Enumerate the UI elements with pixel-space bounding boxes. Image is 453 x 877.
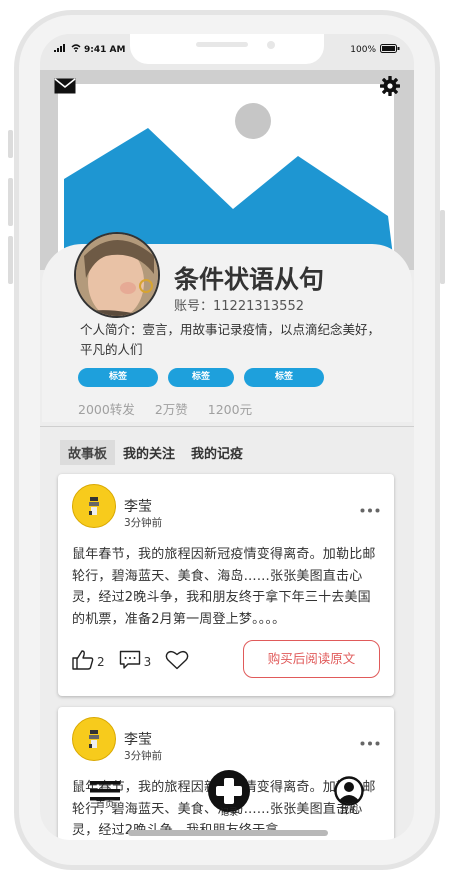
tag[interactable]: 标签 [244,368,324,387]
status-time: 9:41 AM [84,44,126,55]
like-action[interactable]: 2 [72,650,105,673]
nav-me[interactable]: 我的 [333,776,365,816]
comment-action[interactable]: 3 [119,650,152,673]
gear-icon[interactable] [380,76,400,100]
post-author[interactable]: 李莹 [124,729,152,749]
tab-following[interactable]: 我的关注 [115,440,183,465]
favorite-action[interactable] [165,650,189,673]
heart-icon [165,650,189,673]
bio: 个人简介：壹言，用故事记录疫情，以点滴纪念美好，平凡的人们 [80,322,381,357]
wifi-icon [71,44,81,55]
battery-icon [380,44,400,56]
stats: 2000转发 2万赞 1200元 [78,399,252,418]
more-icon[interactable] [360,498,380,517]
tag[interactable]: 标签 [78,368,158,387]
account-number: 账号：11221313552 [174,299,304,314]
post-card[interactable]: 李莹 3分钟前 鼠年春节，我的旅程因新冠疫情变得离奇。加勒比邮轮行，碧海蓝天、美… [58,474,394,696]
status-bar: 9:41 AM 100% [40,34,414,70]
post-avatar[interactable] [72,484,116,528]
stat-reposts[interactable]: 2000转发 [78,399,135,418]
side-button [440,210,445,284]
side-button [8,178,13,226]
side-button [8,236,13,284]
post-text: 鼠年春节，我的旅程因新冠疫情变得离奇。加勒比邮轮行，碧海蓝天、美食、海岛……张张… [72,547,376,627]
comment-count: 3 [143,654,152,669]
camera [267,41,275,49]
thumb-up-icon [72,650,94,673]
nav-home[interactable]: 首页 [88,780,122,810]
side-button [8,130,13,158]
buy-to-read-button[interactable]: 购买后阅读原文 [243,640,380,678]
post-time: 3分钟前 [124,750,163,762]
post-actions: 2 3 [72,650,203,673]
post-avatar[interactable] [72,717,116,761]
nickname: 条件状语从句 [174,265,325,294]
comment-icon [119,650,141,673]
tag-list: 标签 标签 标签 [78,368,324,387]
speaker [196,42,248,47]
tag[interactable]: 标签 [168,368,234,387]
stat-earnings[interactable]: 1200元 [208,399,252,418]
mail-icon[interactable] [54,78,76,98]
avatar[interactable] [74,232,160,318]
divider [40,426,414,427]
screen: 9:41 AM 100% 条件状语从句 账号：11221313552 个人简介：… [40,34,414,840]
nav-publish[interactable]: 记录 [207,770,251,818]
notch [130,34,324,64]
post-author[interactable]: 李莹 [124,496,152,516]
battery-percent: 100% [350,45,376,55]
tab-my-records[interactable]: 我的记疫 [183,440,251,465]
tab-story-board[interactable]: 故事板 [60,440,116,465]
more-icon[interactable] [360,731,380,750]
like-count: 2 [97,654,105,669]
home-indicator[interactable] [128,830,328,836]
stat-likes[interactable]: 2万赞 [155,399,188,418]
signal-icon [54,44,68,55]
feed-tabs: 故事板 我的关注 我的记疫 [60,440,251,465]
post-time: 3分钟前 [124,517,163,529]
